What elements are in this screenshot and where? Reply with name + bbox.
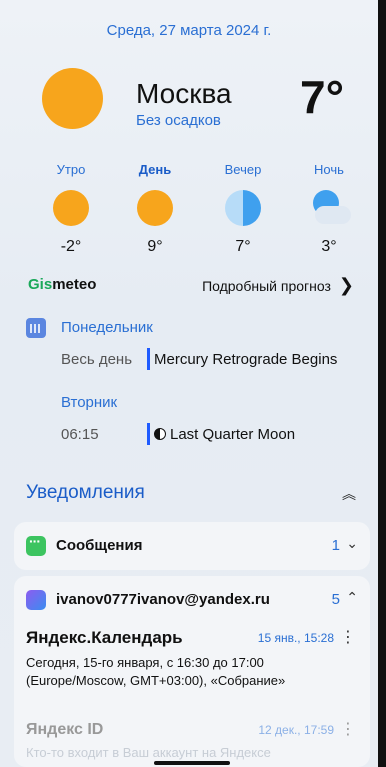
day-periods: Утро -2° День 9° Вечер 7° Ночь 3° bbox=[36, 162, 366, 262]
event-time: 06:15 bbox=[61, 426, 99, 443]
notification-title: Яндекс ID bbox=[26, 721, 104, 738]
weather-condition: Без осадков bbox=[136, 112, 221, 129]
app-name: ivanov0777ivanov@yandex.ru bbox=[56, 591, 270, 608]
city-name: Москва bbox=[136, 78, 232, 109]
notification-body[interactable]: Сегодня, 15-го января, с 16:30 до 17:00 … bbox=[26, 654, 366, 690]
detailed-forecast-link[interactable]: Подробный прогноз ❯ bbox=[202, 275, 354, 296]
notification-body[interactable]: Кто-то входит в Ваш аккаунт на Яндексе bbox=[26, 745, 366, 760]
event-time: Весь день bbox=[61, 351, 133, 368]
period-temp: 9° bbox=[147, 238, 163, 255]
lockscreen: Среда, 27 марта 2024 г. Москва Без осадк… bbox=[0, 0, 378, 767]
messages-notification-group[interactable]: Сообщения 1 ⌄ bbox=[14, 522, 370, 570]
cloudy-moon-icon bbox=[309, 190, 351, 226]
period-temp: -2° bbox=[60, 238, 82, 255]
period-temp: 3° bbox=[321, 238, 337, 255]
period-temp: 7° bbox=[235, 238, 251, 255]
moon-phase-icon bbox=[154, 428, 166, 440]
event-title[interactable]: Mercury Retrograde Begins bbox=[154, 351, 337, 368]
period-label: Утро bbox=[56, 162, 86, 177]
half-moon-icon bbox=[225, 190, 261, 226]
chevron-up-icon[interactable]: ⌃ bbox=[346, 589, 358, 606]
event-color-bar bbox=[147, 348, 150, 370]
more-options-icon[interactable]: ⋮ bbox=[340, 719, 356, 739]
date-label: Среда, 27 марта 2024 г. bbox=[106, 22, 272, 39]
period-night: Ночь 3° bbox=[294, 162, 364, 256]
notification-count: 5 bbox=[331, 591, 340, 608]
sun-icon bbox=[137, 190, 173, 226]
home-indicator[interactable] bbox=[154, 761, 230, 765]
calendar-day: Вторник bbox=[61, 394, 118, 411]
notifications-heading: Уведомления bbox=[26, 482, 145, 503]
period-day: День 9° bbox=[120, 162, 190, 256]
notification-time: 15 янв., 15:28 bbox=[257, 631, 334, 645]
period-morning: Утро -2° bbox=[36, 162, 106, 256]
chevron-down-icon[interactable]: ⌄ bbox=[346, 535, 358, 552]
calendar-icon bbox=[26, 318, 46, 338]
event-title[interactable]: Last Quarter Moon bbox=[154, 426, 295, 443]
mail-app-icon bbox=[26, 590, 46, 610]
event-color-bar bbox=[147, 423, 150, 445]
period-evening: Вечер 7° bbox=[208, 162, 278, 256]
chevron-right-icon: ❯ bbox=[338, 275, 354, 295]
messages-app-icon bbox=[26, 533, 46, 556]
more-options-icon[interactable]: ⋮ bbox=[340, 627, 356, 647]
period-label: День bbox=[138, 162, 172, 177]
app-name: Сообщения bbox=[56, 537, 143, 554]
notification-time: 12 дек., 17:59 bbox=[258, 723, 334, 737]
sun-icon bbox=[42, 68, 103, 129]
mail-notification-group[interactable]: ivanov0777ivanov@yandex.ru 5 ⌃ Яндекс.Ка… bbox=[14, 576, 370, 767]
notification-title: Яндекс.Календарь bbox=[26, 628, 183, 647]
forecast-link-label: Подробный прогноз bbox=[202, 278, 331, 294]
collapse-all-icon[interactable]: ︽ bbox=[342, 484, 356, 504]
notification-count: 1 bbox=[331, 537, 340, 554]
current-temperature: 7° bbox=[300, 71, 344, 123]
screen-edge bbox=[378, 0, 386, 767]
sun-icon bbox=[53, 190, 89, 226]
period-label: Ночь bbox=[314, 162, 344, 177]
calendar-day: Понедельник bbox=[61, 319, 153, 336]
gismeteo-logo: Gismeteo bbox=[28, 276, 97, 293]
period-label: Вечер bbox=[224, 162, 262, 177]
